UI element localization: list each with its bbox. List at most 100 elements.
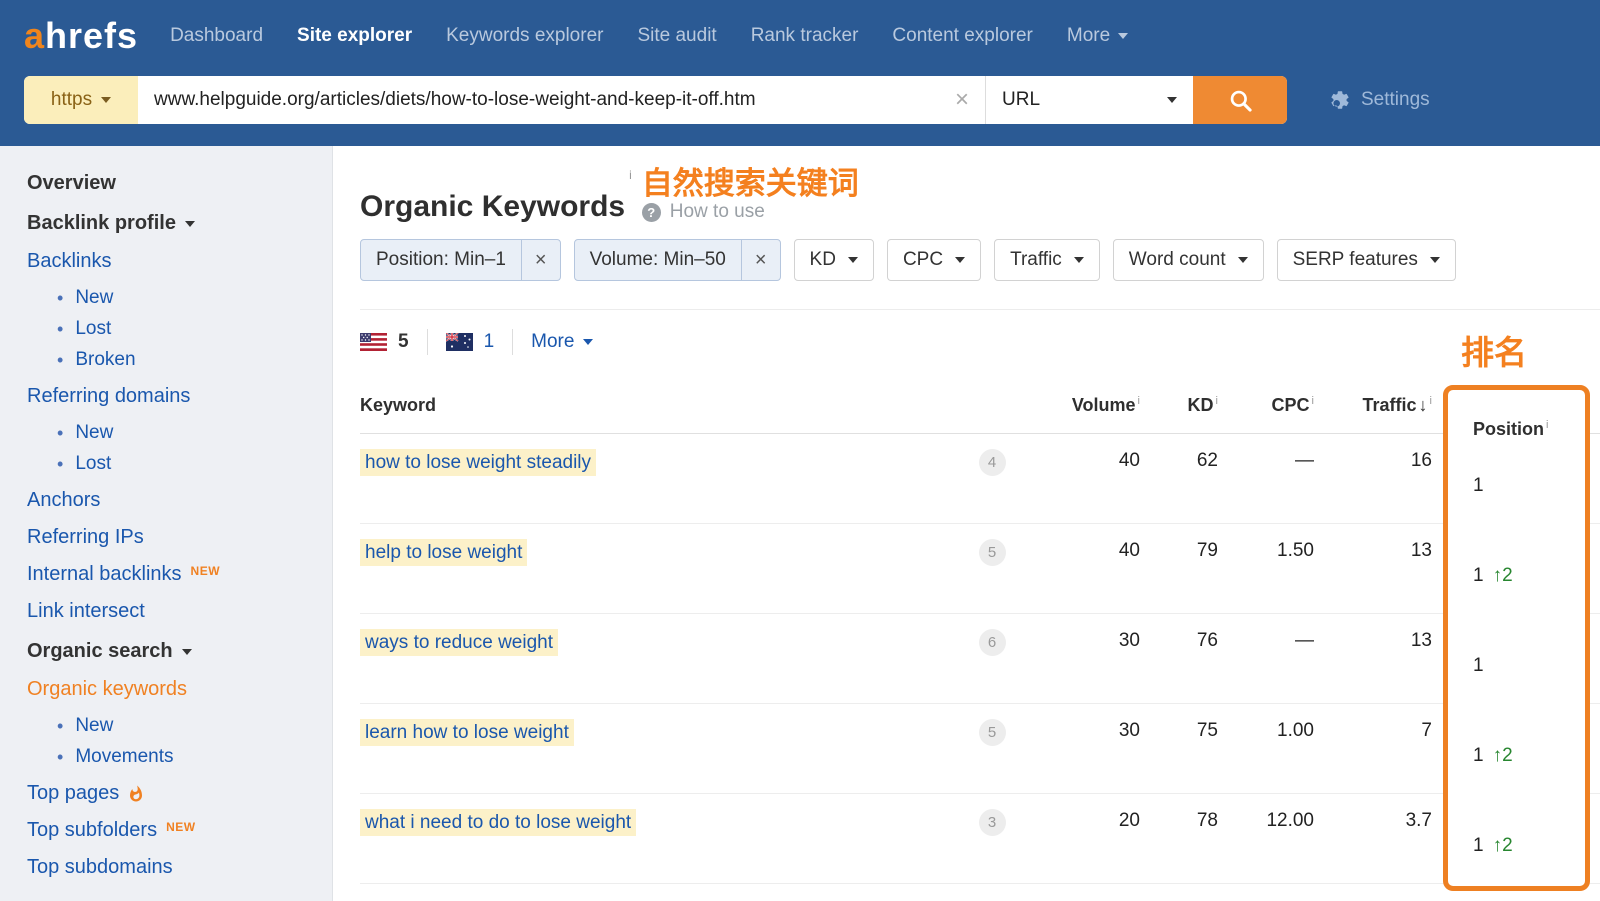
- country-tab-au[interactable]: 1: [446, 331, 495, 353]
- kd-value: 79: [1140, 540, 1218, 562]
- serp-count-badge[interactable]: 4: [979, 449, 1006, 476]
- chevron-down-icon: [1074, 257, 1084, 263]
- volume-value: 40: [1020, 450, 1140, 472]
- url-input[interactable]: [138, 76, 939, 124]
- how-to-use-link[interactable]: ?How to use: [642, 201, 859, 223]
- sidebar-item-top-pages[interactable]: Top pages: [27, 782, 332, 805]
- nav-content-explorer[interactable]: Content explorer: [892, 25, 1032, 47]
- info-icon: i: [1312, 395, 1314, 407]
- serp-count-badge[interactable]: 5: [979, 539, 1006, 566]
- main-panel: Organic Keywords i 自然搜索关键词 ?How to use P…: [333, 146, 1600, 901]
- item-label: Top subfolders: [27, 819, 157, 842]
- serp-count-badge[interactable]: 3: [979, 809, 1006, 836]
- filter-label[interactable]: Volume: Min–50: [575, 240, 741, 280]
- nav-rank-tracker[interactable]: Rank tracker: [751, 25, 859, 47]
- clear-input-icon[interactable]: ×: [939, 76, 985, 124]
- filter-chip-position: Position: Min–1 ×: [360, 239, 561, 281]
- sort-desc-icon: ↓: [1419, 395, 1428, 415]
- filter-dropdown-kd[interactable]: KD: [794, 239, 874, 281]
- nav-site-audit[interactable]: Site audit: [637, 25, 716, 47]
- sidebar-item-top-subfolders[interactable]: Top subfolders NEW: [27, 819, 332, 842]
- chevron-down-icon: [1238, 257, 1248, 263]
- settings-button[interactable]: Settings: [1329, 89, 1430, 111]
- sidebar-item-referring-ips[interactable]: Referring IPs: [27, 526, 332, 549]
- filter-label: Word count: [1129, 249, 1226, 271]
- new-badge: NEW: [166, 820, 196, 834]
- top-navbar: ahrefs Dashboard Site explorer Keywords …: [0, 0, 1600, 146]
- serp-count-badge[interactable]: 5: [979, 719, 1006, 746]
- keyword-link[interactable]: learn how to lose weight: [360, 719, 574, 746]
- position-change: ↑2: [1493, 834, 1513, 858]
- nav-keywords-explorer[interactable]: Keywords explorer: [446, 25, 603, 47]
- info-icon: i: [1216, 395, 1218, 407]
- keyword-link[interactable]: what i need to do to lose weight: [360, 809, 636, 836]
- logo-a: a: [24, 15, 45, 56]
- filter-bar: Position: Min–1 × Volume: Min–50 × KD CP…: [360, 239, 1600, 281]
- filter-dropdown-word-count[interactable]: Word count: [1113, 239, 1264, 281]
- col-keyword[interactable]: Keyword: [360, 395, 964, 416]
- col-position[interactable]: Positioni: [1473, 419, 1548, 440]
- position-annotation-box: Positioni 1 1↑2 1 1↑2 1↑2: [1443, 385, 1590, 891]
- country-count: 5: [398, 331, 409, 353]
- remove-filter-icon[interactable]: ×: [521, 240, 560, 280]
- chevron-down-icon: [182, 649, 192, 655]
- nav-site-explorer[interactable]: Site explorer: [297, 25, 412, 47]
- traffic-value: 3.7: [1314, 810, 1432, 832]
- filter-dropdown-cpc[interactable]: CPC: [887, 239, 981, 281]
- filter-label: KD: [810, 249, 836, 271]
- chevron-down-icon: [1118, 33, 1128, 39]
- filter-label[interactable]: Position: Min–1: [361, 240, 521, 280]
- sidebar-item-link-intersect[interactable]: Link intersect: [27, 600, 332, 623]
- chevron-down-icon: [1167, 97, 1177, 103]
- col-kd[interactable]: KDi: [1140, 395, 1218, 416]
- content-area: Overview Backlink profile Backlinks New …: [0, 146, 1600, 901]
- sidebar-item-backlinks-lost[interactable]: Lost: [57, 318, 332, 340]
- flame-icon: [127, 784, 145, 804]
- sidebar-item-organic-new[interactable]: New: [57, 715, 332, 737]
- protocol-select[interactable]: https: [24, 76, 138, 124]
- keyword-link[interactable]: ways to reduce weight: [360, 629, 558, 656]
- sidebar-item-refdomains-new[interactable]: New: [57, 422, 332, 444]
- new-badge: NEW: [191, 564, 221, 578]
- search-button[interactable]: [1193, 76, 1287, 124]
- remove-filter-icon[interactable]: ×: [741, 240, 780, 280]
- mode-select[interactable]: URL: [985, 76, 1193, 124]
- cpc-value: 12.00: [1218, 810, 1314, 832]
- filter-dropdown-serp-features[interactable]: SERP features: [1277, 239, 1456, 281]
- sidebar-item-overview[interactable]: Overview: [27, 172, 332, 195]
- country-tab-us[interactable]: 5: [360, 331, 409, 353]
- serp-count-badge[interactable]: 6: [979, 629, 1006, 656]
- kd-value: 78: [1140, 810, 1218, 832]
- col-volume[interactable]: Volumei: [1020, 395, 1140, 416]
- sidebar-item-backlinks-new[interactable]: New: [57, 287, 332, 309]
- sidebar-item-organic-movements[interactable]: Movements: [57, 746, 332, 768]
- table-header: Keyword Volumei KDi CPCi Traffic↓i: [360, 378, 1600, 434]
- ahrefs-logo[interactable]: ahrefs: [24, 15, 138, 57]
- sidebar-item-referring-domains[interactable]: Referring domains: [27, 385, 332, 408]
- sidebar-item-anchors[interactable]: Anchors: [27, 489, 332, 512]
- mode-label: URL: [1002, 89, 1040, 111]
- keyword-link[interactable]: help to lose weight: [360, 539, 527, 566]
- keywords-table: Keyword Volumei KDi CPCi Traffic↓i how t…: [360, 378, 1600, 884]
- annotation-rank-cn: 排名: [1461, 326, 1527, 374]
- traffic-value: 13: [1314, 630, 1432, 652]
- sidebar-item-refdomains-lost[interactable]: Lost: [57, 453, 332, 475]
- filter-dropdown-traffic[interactable]: Traffic: [994, 239, 1100, 281]
- col-cpc[interactable]: CPCi: [1218, 395, 1314, 416]
- nav-more[interactable]: More: [1067, 25, 1128, 47]
- traffic-value: 13: [1314, 540, 1432, 562]
- keyword-link[interactable]: how to lose weight steadily: [360, 449, 596, 476]
- sidebar-section-organic-search[interactable]: Organic search: [27, 640, 332, 663]
- col-traffic-sorted[interactable]: Traffic↓i: [1314, 395, 1432, 416]
- sidebar-item-backlinks-broken[interactable]: Broken: [57, 349, 332, 371]
- sidebar-section-backlink-profile[interactable]: Backlink profile: [27, 212, 332, 235]
- sidebar-item-organic-keywords[interactable]: Organic keywords: [27, 678, 332, 701]
- sidebar-item-backlinks[interactable]: Backlinks: [27, 250, 332, 273]
- position-value: 1↑2: [1473, 564, 1513, 588]
- sidebar-item-top-subdomains[interactable]: Top subdomains: [27, 856, 332, 879]
- nav-dashboard[interactable]: Dashboard: [170, 25, 263, 47]
- gear-icon: [1329, 89, 1351, 111]
- countries-more-button[interactable]: More: [531, 331, 593, 353]
- sidebar-item-internal-backlinks[interactable]: Internal backlinksNEW: [27, 563, 332, 586]
- settings-label: Settings: [1361, 89, 1430, 111]
